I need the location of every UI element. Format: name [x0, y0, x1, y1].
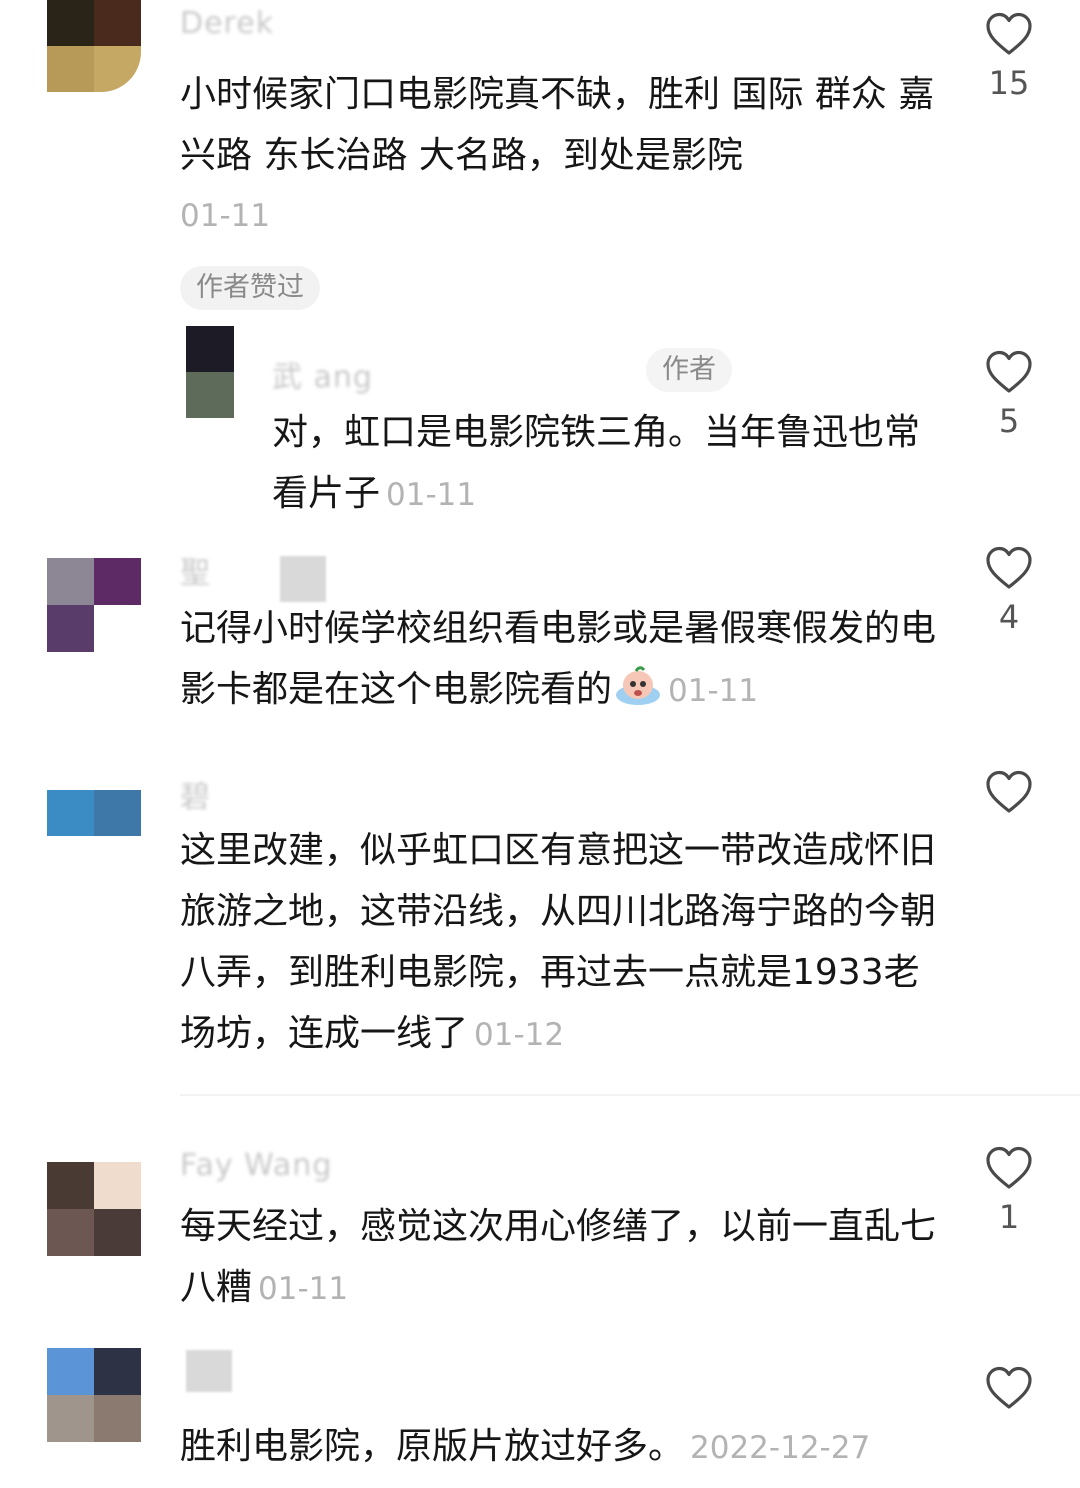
- like-button[interactable]: [982, 1366, 1036, 1418]
- comment-text: 每天经过，感觉这次用心修缮了，以前一直乱七八糟 01-11: [180, 1196, 940, 1320]
- avatar[interactable]: [186, 326, 234, 418]
- divider: [180, 1094, 1080, 1096]
- avatar[interactable]: [47, 1348, 141, 1442]
- comment-date: 2022-12-27: [690, 1430, 871, 1466]
- comment-body: 胜利电影院，原版片放过好多。: [180, 1426, 685, 1467]
- like-count: 1: [998, 1198, 1020, 1236]
- comment-text: 小时候家门口电影院真不缺，胜利 国际 群众 嘉兴路 东长治路 大名路，到处是影院: [180, 74, 935, 176]
- reply-text: 对，虹口是电影院铁三角。当年鲁迅也常看片子: [272, 412, 921, 514]
- avatar[interactable]: [47, 558, 141, 652]
- avatar[interactable]: [47, 1162, 141, 1256]
- heart-outline-icon: [986, 546, 1032, 589]
- like-count: 15: [988, 64, 1030, 102]
- comment-text: 胜利电影院，原版片放过好多。 2022-12-27: [180, 1416, 940, 1479]
- avatar[interactable]: [47, 790, 141, 836]
- heart-outline-icon: [986, 1366, 1032, 1409]
- redacted-name: [186, 1350, 232, 1392]
- username[interactable]: Fay Wang: [180, 1148, 332, 1183]
- heart-outline-icon: [986, 350, 1032, 393]
- username[interactable]: 聖: [180, 548, 211, 592]
- comment-body: 记得小时候学校组织看电影或是暑假寒假发的电影卡都是在这个电影院看的: [180, 608, 937, 710]
- like-button[interactable]: 5: [982, 350, 1036, 440]
- like-button[interactable]: 1: [982, 1146, 1036, 1236]
- comment-date: 01-11: [180, 198, 271, 234]
- comment-date: 01-11: [386, 477, 477, 513]
- like-count: 5: [998, 402, 1020, 440]
- crying-emoji: [614, 665, 662, 707]
- avatar[interactable]: [47, 0, 141, 92]
- heart-outline-icon: [986, 12, 1032, 55]
- username[interactable]: 武 ang: [272, 352, 373, 396]
- heart-outline-icon: [986, 1146, 1032, 1189]
- username[interactable]: Derek: [180, 6, 274, 41]
- heart-outline-icon: [986, 770, 1032, 813]
- username[interactable]: 碧: [180, 772, 211, 816]
- like-button[interactable]: [982, 770, 1036, 822]
- redacted-name: [280, 556, 326, 602]
- comment-date: 01-11: [668, 673, 759, 709]
- like-button[interactable]: 15: [982, 12, 1036, 102]
- like-button[interactable]: 4: [982, 546, 1036, 636]
- author-badge: 作者: [646, 348, 732, 392]
- comment-text: 对，虹口是电影院铁三角。当年鲁迅也常看片子 01-11: [272, 402, 922, 526]
- author-liked-badge: 作者赞过: [180, 266, 320, 310]
- comment-date: 01-11: [258, 1271, 349, 1307]
- comment-date: 01-12: [474, 1017, 565, 1053]
- like-count: 4: [998, 598, 1020, 636]
- comment-text: 这里改建，似乎虹口区有意把这一带改造成怀旧旅游之地，这带沿线，从四川北路海宁路的…: [180, 820, 940, 1066]
- comment-text: 记得小时候学校组织看电影或是暑假寒假发的电影卡都是在这个电影院看的 01-11: [180, 598, 940, 722]
